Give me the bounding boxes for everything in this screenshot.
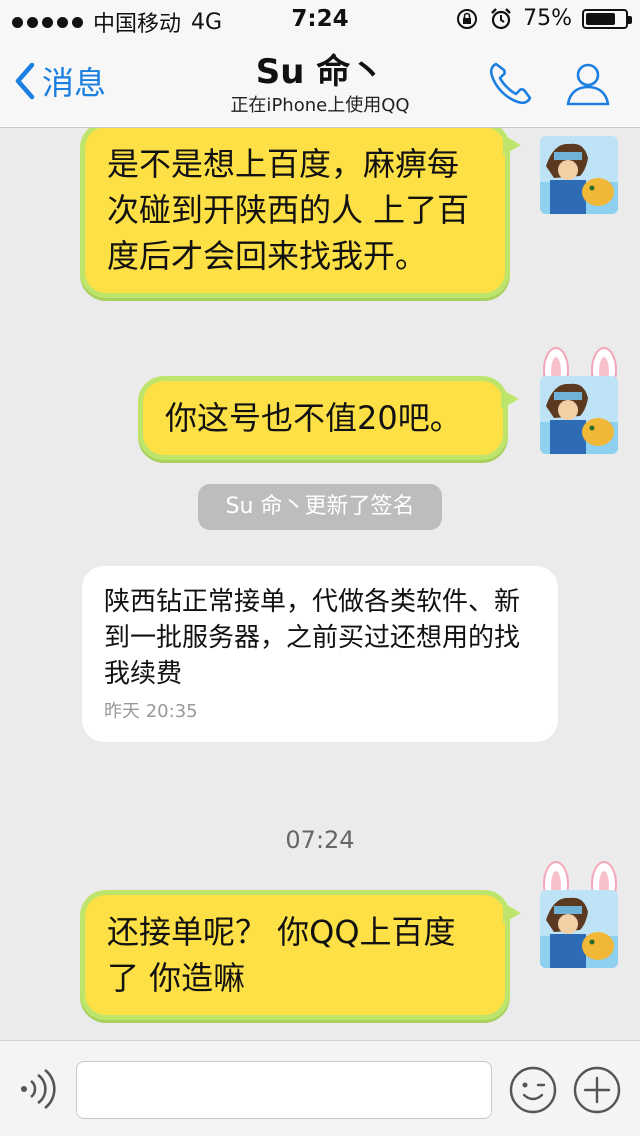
battery-fill <box>586 12 615 25</box>
orientation-lock-icon <box>457 8 478 29</box>
alarm-icon <box>491 7 511 29</box>
contact-name: Su 命丶 <box>255 52 385 92</box>
plus-icon[interactable] <box>572 1065 622 1115</box>
phone-call-icon[interactable] <box>484 58 536 110</box>
user-avatar[interactable] <box>540 376 618 454</box>
back-button[interactable]: 消息 <box>12 58 106 104</box>
contact-status: 正在iPhone上使用QQ <box>230 95 410 116</box>
chat-screen: 中国移动 4G 7:24 75% 消息 Su 命丶 正在iPhone上使用QQ … <box>0 0 640 1136</box>
message-bubble-outgoing[interactable]: 你这号也不值20吧。 <box>138 376 519 460</box>
message-text: 是不是想上百度，麻痹每次碰到开陕西的人 上了百度后才会回来找我开。 <box>107 145 470 275</box>
system-notice: Su 命丶更新了签名 <box>198 484 442 530</box>
message-time: 昨天 20:35 <box>104 701 198 722</box>
message-text: 陕西钻正常接单，代做各类软件、新到一批服务器，之前买过还想用的找我续费 <box>104 587 521 689</box>
message-text: 还接单呢？ 你QQ上百度了 你造嘛 <box>107 913 456 997</box>
contact-profile-icon[interactable] <box>562 58 614 110</box>
battery-icon <box>582 8 632 29</box>
chat-timestamp: 07:24 <box>285 826 355 854</box>
status-bar: 中国移动 4G 7:24 75% <box>0 0 640 40</box>
chevron-left-icon <box>15 62 35 100</box>
back-label: 消息 <box>42 64 107 102</box>
voice-input-icon[interactable] <box>18 1067 58 1111</box>
battery-percent: 75% <box>523 6 572 31</box>
user-avatar[interactable] <box>540 890 618 968</box>
message-bubble-outgoing[interactable]: 是不是想上百度，麻痹每次碰到开陕西的人 上了百度后才会回来找我开。 <box>80 128 521 298</box>
title-block: Su 命丶 正在iPhone上使用QQ <box>150 50 490 118</box>
message-list[interactable]: 是不是想上百度，麻痹每次碰到开陕西的人 上了百度后才会回来找我开。 你这号也不值… <box>0 128 640 1040</box>
message-input[interactable] <box>76 1061 492 1119</box>
input-bar <box>0 1040 640 1136</box>
user-avatar[interactable] <box>540 136 618 214</box>
message-bubble-outgoing[interactable]: 还接单呢？ 你QQ上百度了 你造嘛 <box>80 890 521 1020</box>
navigation-bar: 消息 Su 命丶 正在iPhone上使用QQ <box>0 40 640 128</box>
message-text: 你这号也不值20吧。 <box>165 399 462 437</box>
status-right: 75% <box>455 6 632 31</box>
emoji-icon[interactable] <box>508 1065 558 1115</box>
message-bubble-incoming[interactable]: 陕西钻正常接单，代做各类软件、新到一批服务器，之前买过还想用的找我续费 昨天 2… <box>82 566 558 742</box>
